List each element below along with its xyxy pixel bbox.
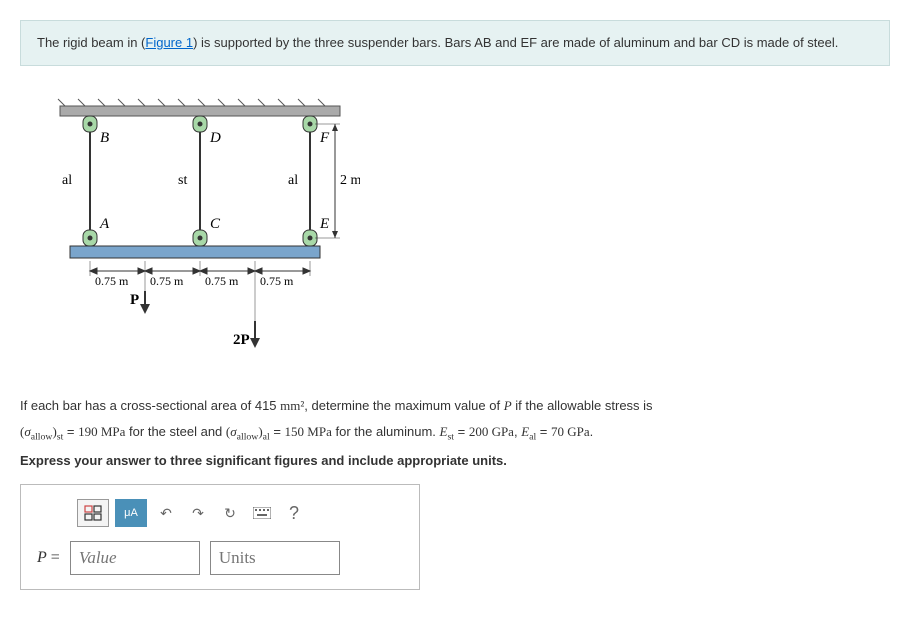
- label-st: st: [178, 173, 187, 188]
- help-button[interactable]: ?: [281, 499, 307, 527]
- figure-diagram: B D F al st al 2 m A C E: [40, 96, 360, 356]
- figure-link[interactable]: Figure 1: [145, 35, 193, 50]
- toolbar: μA ↶ ↷ ↻ ?: [77, 499, 403, 527]
- label-al-right: al: [288, 173, 298, 188]
- dim-h1: 0.75 m: [95, 274, 129, 288]
- keyboard-button[interactable]: [249, 499, 275, 527]
- question-line2: (σallow)st = 190 MPa for the steel and (…: [20, 422, 890, 445]
- dim-h3: 0.75 m: [205, 274, 239, 288]
- label-E: E: [319, 216, 329, 232]
- dim-2m: 2 m: [340, 173, 360, 188]
- answer-line: P =: [37, 541, 403, 575]
- load-2P: 2P: [233, 332, 250, 348]
- label-F: F: [319, 130, 330, 146]
- label-B: B: [100, 130, 109, 146]
- label-A: A: [99, 216, 110, 232]
- reset-button[interactable]: ↻: [217, 499, 243, 527]
- problem-post: ) is supported by the three suspender ba…: [193, 35, 838, 50]
- redo-button[interactable]: ↷: [185, 499, 211, 527]
- load-P: P: [130, 292, 139, 308]
- units-button[interactable]: μA: [115, 499, 147, 527]
- value-input[interactable]: [70, 541, 200, 575]
- units-input[interactable]: [210, 541, 340, 575]
- dim-h4: 0.75 m: [260, 274, 294, 288]
- dim-h2: 0.75 m: [150, 274, 184, 288]
- label-al-left: al: [62, 173, 72, 188]
- question-line1: If each bar has a cross-sectional area o…: [20, 396, 890, 417]
- answer-instruction: Express your answer to three significant…: [20, 453, 890, 468]
- problem-pre: The rigid beam in (: [37, 35, 145, 50]
- answer-box: μA ↶ ↷ ↻ ? P =: [20, 484, 420, 590]
- undo-button[interactable]: ↶: [153, 499, 179, 527]
- label-D: D: [209, 130, 221, 146]
- templates-button[interactable]: [77, 499, 109, 527]
- answer-var-label: P =: [37, 549, 60, 567]
- problem-statement: The rigid beam in (Figure 1) is supporte…: [20, 20, 890, 66]
- label-C: C: [210, 216, 221, 232]
